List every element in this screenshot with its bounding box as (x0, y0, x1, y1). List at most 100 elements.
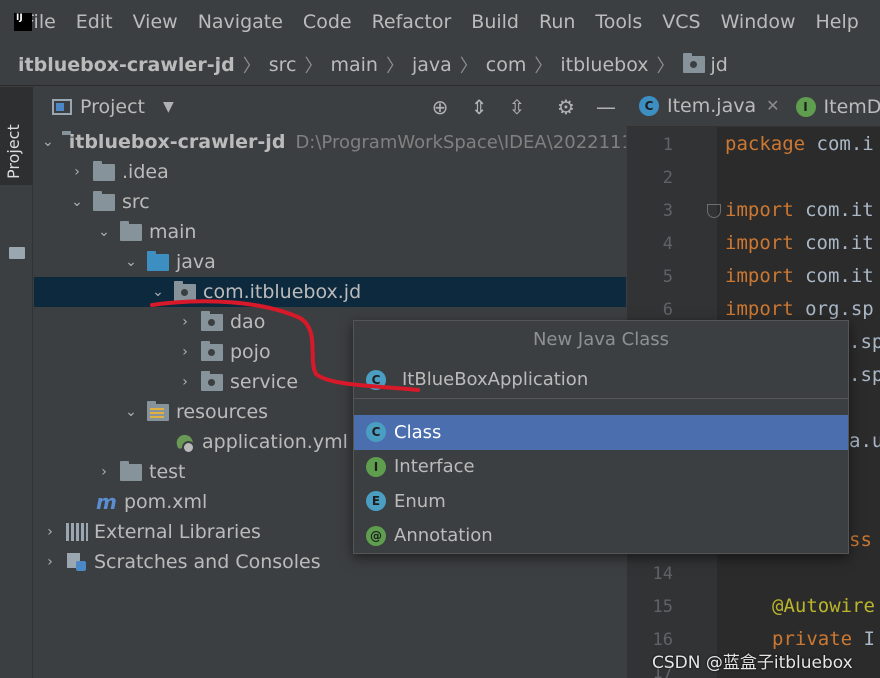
chevron-right-icon: 〉 (385, 55, 404, 77)
option-label: Class (394, 421, 442, 443)
tree-label: Scratches and Consoles (94, 551, 321, 573)
breadcrumb-jd[interactable]: jd (711, 54, 728, 76)
editor-tab-bar: C Item.java ✕ I ItemDa (627, 87, 880, 127)
gear-icon[interactable]: ⚙ (554, 95, 578, 119)
tree-label: dao (230, 311, 266, 333)
tree-label: External Libraries (94, 521, 261, 543)
code-line: .sp (849, 364, 880, 386)
kind-option-annotation[interactable]: @ Annotation (354, 519, 848, 554)
line-number: 16 (652, 630, 673, 650)
project-view-icon (52, 99, 72, 115)
kind-option-class[interactable]: C Class (354, 415, 848, 450)
tab-label: Item.java (667, 94, 757, 117)
line-number: 3 (662, 201, 673, 221)
project-tab-label: Project (4, 124, 23, 179)
code-line: private I (772, 628, 875, 650)
maven-icon: m (96, 490, 117, 514)
close-icon[interactable]: ✕ (766, 96, 779, 115)
line-number: 4 (662, 234, 673, 254)
menu-refactor[interactable]: Refactor (372, 11, 452, 33)
package-folder-icon (682, 53, 705, 73)
option-label: Annotation (394, 525, 493, 547)
fold-icon[interactable] (707, 204, 721, 218)
chevron-down-icon[interactable]: ⌄ (150, 284, 166, 300)
kind-option-interface[interactable]: I Interface (354, 450, 848, 485)
class-name-field[interactable]: C (354, 361, 848, 399)
chevron-right-icon[interactable]: › (69, 164, 85, 180)
tree-label: src (122, 191, 150, 213)
chevron-right-icon: 〉 (459, 55, 478, 77)
tree-label: com.itbluebox.jd (203, 281, 362, 303)
menu-edit[interactable]: Edit (76, 11, 113, 33)
locate-target-icon[interactable]: ⊕ (428, 95, 452, 119)
breadcrumb-itbluebox[interactable]: itbluebox (560, 54, 648, 76)
code-line: import com.it (725, 265, 874, 287)
menu-vcs[interactable]: VCS (662, 11, 700, 33)
tree-node-project-root[interactable]: ⌄ itbluebox-crawler-jd D:\ProgramWorkSpa… (34, 127, 626, 157)
class-icon: C (366, 422, 386, 443)
menu-tools[interactable]: Tools (595, 11, 642, 33)
menu-window[interactable]: Window (721, 11, 796, 33)
tree-label: .idea (122, 161, 169, 183)
new-java-class-popup: New Java Class C C Class I Interface E E… (353, 320, 849, 554)
chevron-down-icon[interactable]: ⌄ (42, 134, 54, 150)
chevron-down-icon[interactable]: ⌄ (69, 194, 85, 210)
chevron-right-icon[interactable]: › (177, 314, 193, 330)
dropdown-arrow-icon[interactable]: ▼ (163, 99, 174, 115)
code-line: ss (849, 529, 872, 551)
chevron-right-icon[interactable]: › (42, 554, 58, 570)
kind-option-enum[interactable]: E Enum (354, 484, 848, 519)
chevron-right-icon: 〉 (242, 55, 261, 77)
breadcrumb-java[interactable]: java (412, 54, 452, 76)
tree-node-idea[interactable]: › .idea (34, 157, 626, 187)
menu-navigate[interactable]: Navigate (198, 11, 283, 33)
breadcrumb-main[interactable]: main (330, 54, 377, 76)
tab-label: ItemDa (823, 95, 880, 118)
chevron-down-icon[interactable]: ⌄ (96, 224, 112, 240)
project-tool-tab[interactable]: Project (0, 87, 33, 185)
chevron-down-icon[interactable]: ⌄ (123, 404, 139, 420)
libraries-icon (66, 523, 88, 541)
minimize-icon[interactable]: — (594, 95, 618, 119)
breadcrumb-src[interactable]: src (269, 54, 297, 76)
tree-node-main[interactable]: ⌄ main (34, 217, 626, 247)
tree-node-package-jd[interactable]: ⌄ com.itbluebox.jd (34, 277, 626, 307)
project-panel-title[interactable]: Project (80, 96, 145, 118)
chevron-right-icon[interactable]: › (42, 524, 58, 540)
menu-build[interactable]: Build (471, 11, 519, 33)
tree-label: itbluebox-crawler-jd (68, 131, 286, 153)
annotation-icon: @ (366, 525, 386, 546)
breadcrumb-project[interactable]: itbluebox-crawler-jd (18, 54, 235, 76)
java-class-icon: C (639, 95, 659, 116)
chevron-right-icon[interactable]: › (177, 344, 193, 360)
chevron-right-icon: 〉 (656, 55, 675, 77)
tab-item-java[interactable]: C Item.java ✕ (639, 95, 780, 119)
chevron-right-icon[interactable]: › (177, 374, 193, 390)
tree-node-java[interactable]: ⌄ java (34, 247, 626, 277)
class-name-input[interactable] (402, 369, 822, 390)
menu-help[interactable]: Help (815, 11, 858, 33)
line-number: 14 (652, 564, 673, 584)
folder-icon[interactable] (9, 247, 25, 259)
tree-path: D:\ProgramWorkSpace\IDEA\2022111 (295, 131, 626, 153)
menu-view[interactable]: View (133, 11, 178, 33)
menu-run[interactable]: Run (539, 11, 575, 33)
chevron-down-icon[interactable]: ⌄ (123, 254, 139, 270)
chevron-right-icon[interactable]: › (96, 464, 112, 480)
code-line: import com.it (725, 199, 874, 221)
code-line: import com.it (725, 232, 874, 254)
tree-node-src[interactable]: ⌄ src (34, 187, 626, 217)
tab-item-dao[interactable]: I ItemDa (795, 95, 880, 118)
expand-all-icon[interactable]: ⇕ (467, 95, 491, 119)
menu-code[interactable]: Code (303, 11, 352, 33)
collapse-all-icon[interactable]: ⇳ (505, 95, 529, 119)
tree-label: test (149, 461, 186, 483)
breadcrumb-com[interactable]: com (486, 54, 527, 76)
package-folder-icon (201, 370, 223, 391)
folder-icon (120, 220, 142, 241)
line-number: 5 (662, 267, 673, 287)
enum-icon: E (366, 491, 386, 512)
spring-config-icon (174, 433, 196, 454)
logo-text: IJ (14, 13, 32, 31)
tree-label: application.yml (202, 431, 348, 453)
